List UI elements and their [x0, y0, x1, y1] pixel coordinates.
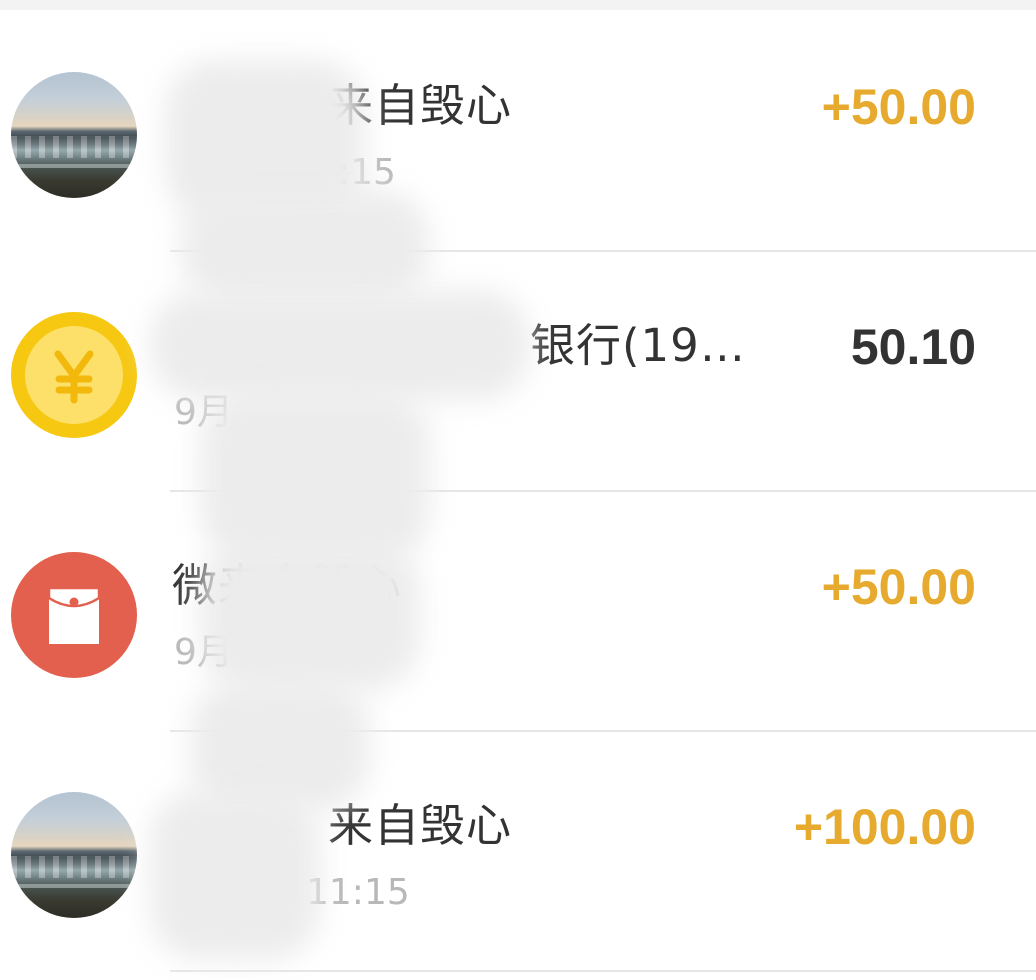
avatar-waves	[11, 136, 137, 158]
transaction-amount: +50.00	[821, 559, 976, 615]
envelope-glyph-icon	[47, 586, 101, 644]
landscape-avatar	[11, 72, 137, 198]
avatar-waves	[11, 856, 137, 878]
transaction-amount: 50.10	[850, 319, 976, 375]
transaction-time: 9月	[174, 632, 233, 673]
transaction-row[interactable]: 来自毁心 11:15 +100.00	[0, 732, 1036, 972]
transaction-title: 银行(19…	[530, 319, 746, 372]
top-band	[0, 0, 1036, 10]
transaction-row[interactable]: 来自毁心 :15 +50.00	[0, 12, 1036, 252]
transaction-title: 来自毁心	[328, 799, 513, 852]
avatar-rail	[11, 164, 137, 168]
red-envelope-icon	[11, 552, 137, 678]
transaction-time: :15	[338, 152, 396, 193]
transaction-list: 来自毁心 :15 +50.00 银行(19… 9月 50.10 微来自毁心 9月…	[0, 12, 1036, 972]
transaction-list-page: 来自毁心 :15 +50.00 银行(19… 9月 50.10 微来自毁心 9月…	[0, 0, 1036, 980]
yen-glyph-icon	[54, 350, 94, 404]
transaction-row[interactable]: 银行(19… 9月 50.10	[0, 252, 1036, 492]
avatar-rail	[11, 884, 137, 888]
landscape-avatar	[11, 792, 137, 918]
transaction-title: 来自毁心	[328, 79, 513, 132]
transaction-title: 微来自毁心	[172, 559, 403, 612]
transaction-time: 11:15	[306, 872, 410, 913]
yen-coin-icon	[11, 312, 137, 438]
transaction-row[interactable]: 微来自毁心 9月 +50.00	[0, 492, 1036, 732]
transaction-time: 9月	[174, 392, 233, 433]
row-divider	[170, 970, 1036, 972]
transaction-amount: +100.00	[793, 799, 976, 855]
transaction-amount: +50.00	[821, 79, 976, 135]
